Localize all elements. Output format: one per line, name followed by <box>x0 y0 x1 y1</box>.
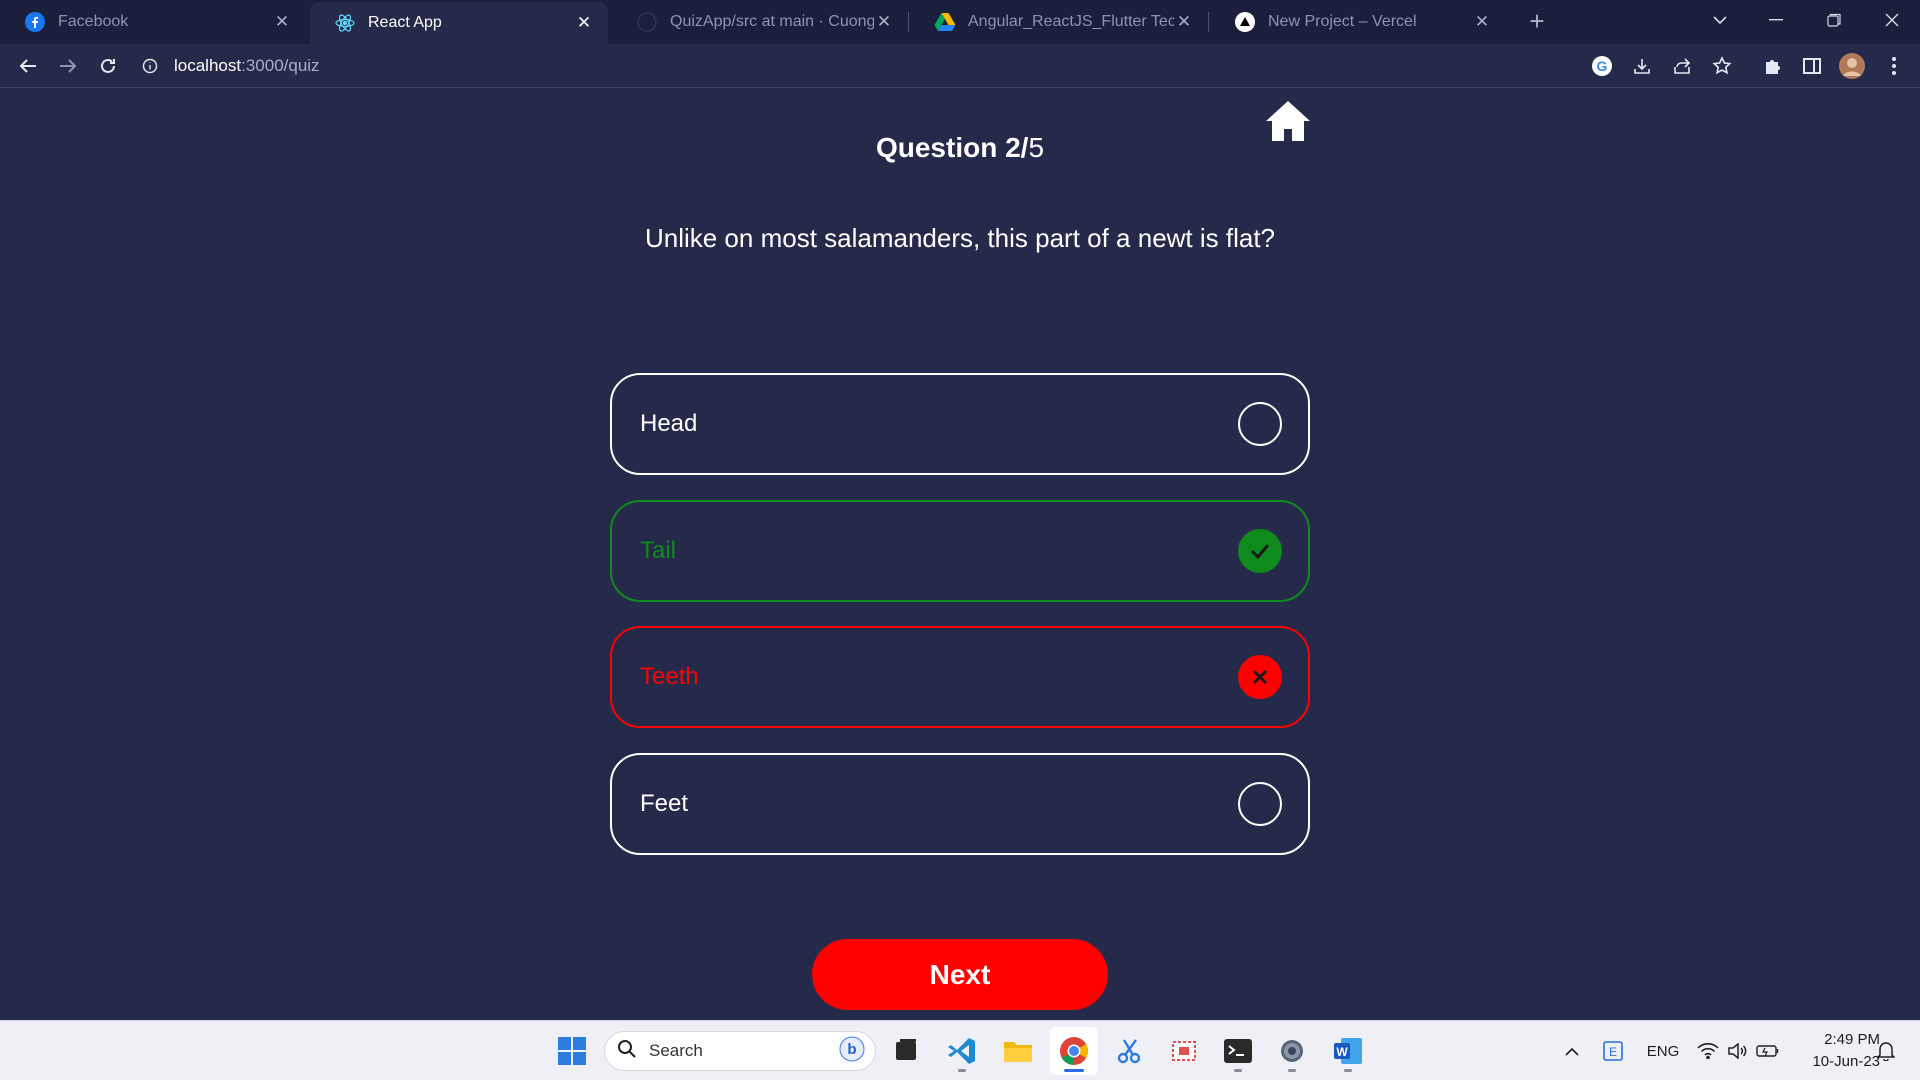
screen-sketch-icon[interactable] <box>1160 1027 1208 1075</box>
svg-text:E: E <box>1609 1045 1617 1059</box>
share-icon[interactable] <box>1668 52 1696 80</box>
question-counter: Question 2/5 <box>875 132 1045 163</box>
tab-title: Angular_ReactJS_Flutter Technica <box>968 13 1174 30</box>
tab-title: New Project – Vercel <box>1268 13 1417 30</box>
tab-facebook[interactable]: Facebook ✕ <box>0 0 306 44</box>
taskbar-search-input[interactable]: Search b <box>604 1031 876 1071</box>
svg-text:b: b <box>847 1041 856 1058</box>
answer-label: Head <box>640 410 698 437</box>
file-explorer-icon[interactable] <box>994 1027 1042 1075</box>
browser-toolbar: localhost:3000/quiz G <box>0 44 1920 88</box>
browser-menu-icon[interactable] <box>1880 52 1908 80</box>
tab-title: React App <box>368 14 442 31</box>
close-tab-icon[interactable]: ✕ <box>1174 12 1194 32</box>
answer-option-tail[interactable]: Tail <box>610 500 1310 602</box>
browser-tab-strip: Facebook ✕ React App ✕ QuizApp/src at ma… <box>0 0 1920 44</box>
answer-label: Teeth <box>640 663 699 690</box>
radio-empty-icon <box>1238 782 1282 826</box>
close-tab-icon[interactable]: ✕ <box>574 13 594 33</box>
url-text: localhost:3000/quiz <box>174 56 320 75</box>
close-tab-icon[interactable]: ✕ <box>874 12 894 32</box>
back-arrow-icon[interactable] <box>12 50 44 82</box>
bing-icon[interactable]: b <box>839 1036 865 1067</box>
tab-title: QuizApp/src at main · CuongGo <box>670 13 874 30</box>
close-window-button[interactable] <box>1864 0 1920 40</box>
close-tab-icon[interactable]: ✕ <box>272 12 292 32</box>
question-text: Unlike on most salamanders, this part of… <box>644 223 1276 253</box>
extensions-puzzle-icon[interactable] <box>1758 52 1786 80</box>
next-button[interactable]: Next <box>812 939 1108 1010</box>
bookmark-star-icon[interactable] <box>1708 52 1736 80</box>
show-hidden-icons-chevron[interactable] <box>1558 1021 1586 1080</box>
cross-icon <box>1238 655 1282 699</box>
answer-option-feet[interactable]: Feet <box>610 753 1310 855</box>
svg-text:G: G <box>1597 58 1608 74</box>
tab-react-app[interactable]: React App ✕ <box>310 2 608 44</box>
profile-avatar[interactable] <box>1838 52 1866 80</box>
answer-option-head[interactable]: Head <box>610 373 1310 475</box>
windows-taskbar: Search b W E ENG 2:49 PM 10-Jun-23 <box>0 1020 1920 1080</box>
clock-date: 10-Jun-23 <box>1812 1053 1880 1070</box>
react-icon <box>334 12 356 34</box>
clock-time: 2:49 PM <box>1824 1031 1880 1048</box>
answer-label: Feet <box>640 790 689 817</box>
answer-option-teeth[interactable]: Teeth <box>610 626 1310 728</box>
language-indicator[interactable]: ENG <box>1640 1021 1686 1080</box>
vscode-icon[interactable] <box>938 1027 986 1075</box>
side-panel-icon[interactable] <box>1798 52 1826 80</box>
radio-empty-icon <box>1238 402 1282 446</box>
windows-start-icon[interactable] <box>548 1027 596 1075</box>
chrome-icon[interactable] <box>1050 1027 1098 1075</box>
tab-separator <box>1208 12 1209 32</box>
tab-separator <box>908 12 909 32</box>
forward-arrow-icon[interactable] <box>52 50 84 82</box>
new-tab-button[interactable]: + <box>1520 4 1554 38</box>
vercel-icon <box>1234 11 1256 33</box>
input-method-icon[interactable]: E <box>1598 1021 1628 1080</box>
close-tab-icon[interactable]: ✕ <box>1472 12 1492 32</box>
google-lens-icon[interactable]: G <box>1588 52 1616 80</box>
tab-title: Facebook <box>58 13 129 30</box>
tab-github-quizapp[interactable]: QuizApp/src at main · CuongGo ✕ <box>612 0 908 44</box>
answer-label: Tail <box>640 537 677 564</box>
search-placeholder: Search <box>649 1041 703 1060</box>
settings-gear-icon[interactable] <box>1268 1027 1316 1075</box>
tab-google-drive[interactable]: Angular_ReactJS_Flutter Technica ✕ <box>910 0 1208 44</box>
volume-icon[interactable] <box>1724 1021 1750 1080</box>
battery-icon[interactable] <box>1754 1021 1782 1080</box>
search-icon <box>617 1039 637 1064</box>
reload-icon[interactable] <box>92 50 124 82</box>
check-icon <box>1238 529 1282 573</box>
svg-text:W: W <box>1336 1045 1348 1059</box>
restore-button[interactable] <box>1806 0 1862 40</box>
quiz-page: Question 2/5 Unlike on most salamanders,… <box>0 89 1920 1020</box>
system-clock[interactable]: 2:49 PM 10-Jun-23 <box>1784 1029 1880 1073</box>
word-icon[interactable]: W <box>1324 1027 1372 1075</box>
site-info-icon[interactable] <box>140 56 160 76</box>
install-app-icon[interactable] <box>1628 52 1656 80</box>
tab-search-chevron-icon[interactable] <box>1692 0 1748 40</box>
github-icon <box>636 11 658 33</box>
minimize-button[interactable] <box>1748 0 1804 40</box>
address-bar[interactable]: localhost:3000/quiz <box>140 48 1580 84</box>
terminal-icon[interactable] <box>1214 1027 1262 1075</box>
task-view-icon[interactable] <box>882 1027 930 1075</box>
tab-vercel[interactable]: New Project – Vercel ✕ <box>1210 0 1506 44</box>
facebook-icon <box>24 11 46 33</box>
google-drive-icon <box>934 11 956 33</box>
snipping-tool-icon[interactable] <box>1106 1027 1154 1075</box>
notifications-bell-icon[interactable] <box>1874 1021 1898 1080</box>
wifi-icon[interactable] <box>1694 1021 1722 1080</box>
